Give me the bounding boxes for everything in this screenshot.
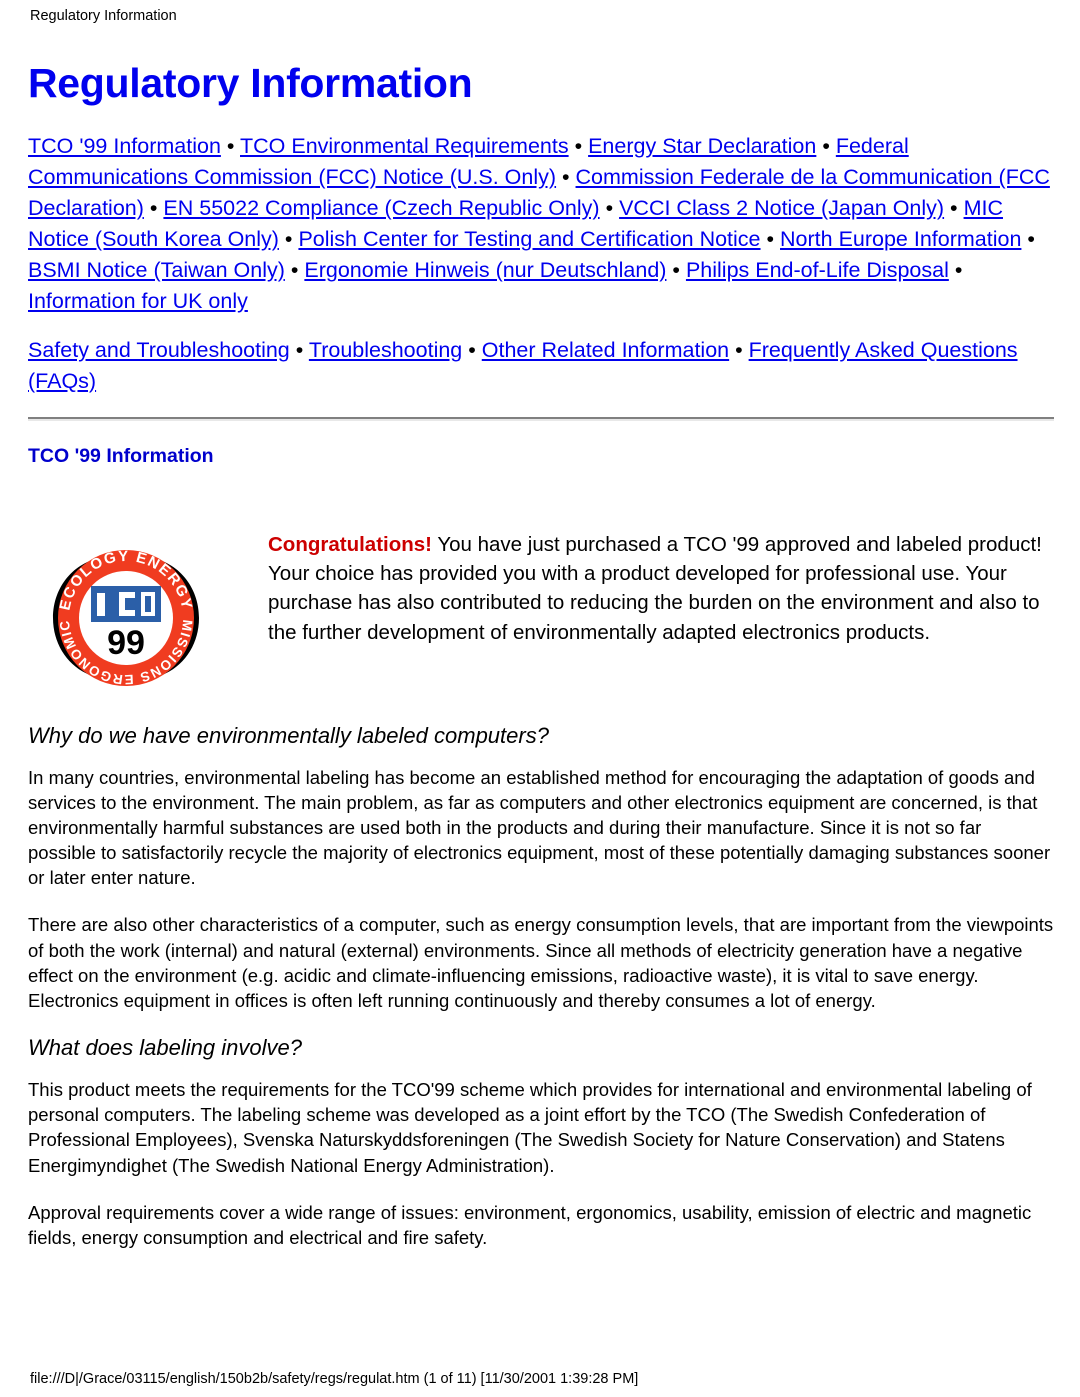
link-separator-bullet: • xyxy=(143,195,164,220)
link-separator-bullet: • xyxy=(556,165,576,189)
nav-link-secondary-2[interactable]: Troubleshooting xyxy=(309,338,462,362)
horizontal-divider xyxy=(28,416,1054,421)
link-separator-bullet: • xyxy=(599,195,620,220)
nav-link-10[interactable]: North Europe Information xyxy=(780,227,1021,251)
nav-link-14[interactable]: Information for UK only xyxy=(28,289,248,313)
nav-link-13[interactable]: Philips End-of-Life Disposal xyxy=(686,258,949,282)
link-separator-bullet: • xyxy=(284,257,305,282)
link-separator-bullet: • xyxy=(278,226,299,251)
nav-link-1[interactable]: TCO '99 Information xyxy=(28,134,221,158)
link-separator-bullet: • xyxy=(760,226,781,251)
page-title: Regulatory Information xyxy=(28,60,473,106)
nav-link-group-primary: TCO '99 Information • TCO Environmental … xyxy=(28,131,1054,317)
subsection-1-paragraph-1: In many countries, environmental labelin… xyxy=(28,766,1051,889)
link-separator-bullet: • xyxy=(289,337,309,362)
tco-congratulations-block: ECOLOGY ENERGY EMISSIONS ERGONOMICS 99 xyxy=(28,526,1054,705)
nav-link-7[interactable]: VCCI Class 2 Notice (Japan Only) xyxy=(619,196,944,220)
link-separator-bullet: • xyxy=(462,337,482,362)
document-content: Regulatory Information TCO '99 Informati… xyxy=(28,60,1054,1272)
subsection-heading-1: Why do we have environmentally labeled c… xyxy=(28,722,549,748)
nav-link-2[interactable]: TCO Environmental Requirements xyxy=(240,134,569,158)
subsection-1-paragraph-2: There are also other characteristics of … xyxy=(28,914,1054,1011)
status-bar-path: file:///D|/Grace/03115/english/150b2b/sa… xyxy=(30,1371,639,1387)
svg-text:99: 99 xyxy=(107,624,145,662)
link-separator-bullet: • xyxy=(948,257,963,282)
nav-link-11[interactable]: BSMI Notice (Taiwan Only) xyxy=(28,258,285,282)
link-separator-bullet: • xyxy=(729,337,749,362)
link-separator-bullet: • xyxy=(816,134,836,159)
link-separator-bullet: • xyxy=(568,134,589,159)
link-separator-bullet: • xyxy=(666,257,686,282)
congratulations-paragraph: Congratulations! You have just purchased… xyxy=(268,530,1054,647)
nav-link-secondary-1[interactable]: Safety and Troubleshooting xyxy=(28,338,290,362)
document-page: Regulatory Information Regulatory Inform… xyxy=(0,0,1080,1397)
running-header: Regulatory Information xyxy=(30,8,177,24)
subsection-list: Why do we have environmentally labeled c… xyxy=(28,723,1054,1250)
nav-link-secondary-3[interactable]: Other Related Information xyxy=(482,338,729,362)
subsection-2-paragraph-1: This product meets the requirements for … xyxy=(28,1079,1032,1176)
congratulations-lead: Congratulations! xyxy=(268,532,432,556)
nav-link-group-secondary: Safety and Troubleshooting • Troubleshoo… xyxy=(28,335,1054,397)
tco-99-logo-icon: ECOLOGY ENERGY EMISSIONS ERGONOMICS 99 xyxy=(36,526,211,698)
link-separator-bullet: • xyxy=(220,134,240,159)
subsection-2-paragraph-2: Approval requirements cover a wide range… xyxy=(28,1201,1032,1248)
subsection-heading-2: What does labeling involve? xyxy=(28,1035,302,1061)
link-separator-bullet: • xyxy=(1021,226,1035,251)
nav-link-9[interactable]: Polish Center for Testing and Certificat… xyxy=(298,227,760,251)
nav-link-6[interactable]: EN 55022 Compliance (Czech Republic Only… xyxy=(163,196,599,220)
nav-link-3[interactable]: Energy Star Declaration xyxy=(588,134,816,158)
nav-link-12[interactable]: Ergonomie Hinweis (nur Deutschland) xyxy=(304,258,666,282)
section-heading-tco99: TCO '99 Information xyxy=(28,444,214,467)
link-separator-bullet: • xyxy=(944,195,964,220)
